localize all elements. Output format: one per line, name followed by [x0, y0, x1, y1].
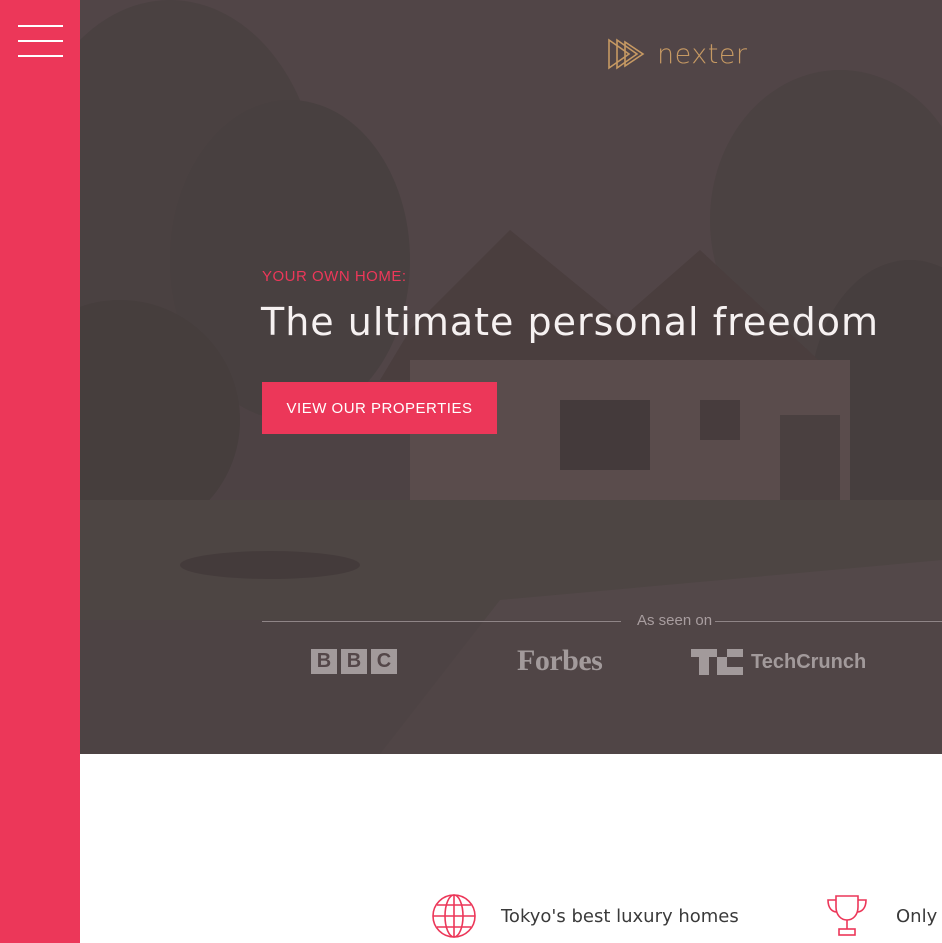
hero-eyebrow: YOUR OWN HOME:	[262, 268, 407, 285]
techcrunch-logo: TechCrunch	[691, 649, 866, 675]
hamburger-menu-icon[interactable]	[18, 22, 63, 60]
bbc-logo: B B C	[311, 649, 397, 674]
seen-on-label: As seen on	[637, 612, 713, 629]
feature-item: Only	[824, 893, 937, 939]
techcrunch-mark-icon	[691, 649, 743, 675]
feature-item: Tokyo's best luxury homes	[431, 893, 739, 939]
hero-section: nexter YOUR OWN HOME: The ultimate perso…	[80, 0, 942, 754]
sidebar	[0, 0, 80, 943]
feature-label: Only	[896, 905, 938, 927]
view-properties-button[interactable]: VIEW OUR PROPERTIES	[262, 382, 497, 434]
hero-house-image	[80, 0, 942, 754]
globe-icon	[432, 894, 476, 938]
hero-headline: The ultimate personal freedom	[261, 300, 879, 344]
brand-logo[interactable]: nexter	[607, 38, 748, 70]
divider-line-left	[262, 621, 621, 622]
brand-name: nexter	[657, 38, 748, 70]
triangle-play-logo-icon	[608, 38, 645, 70]
seen-on-divider: As seen on	[262, 612, 942, 632]
trophy-icon	[827, 895, 867, 936]
forbes-logo: Forbes	[517, 644, 603, 677]
divider-line-right	[715, 621, 942, 622]
feature-label: Tokyo's best luxury homes	[501, 905, 739, 927]
